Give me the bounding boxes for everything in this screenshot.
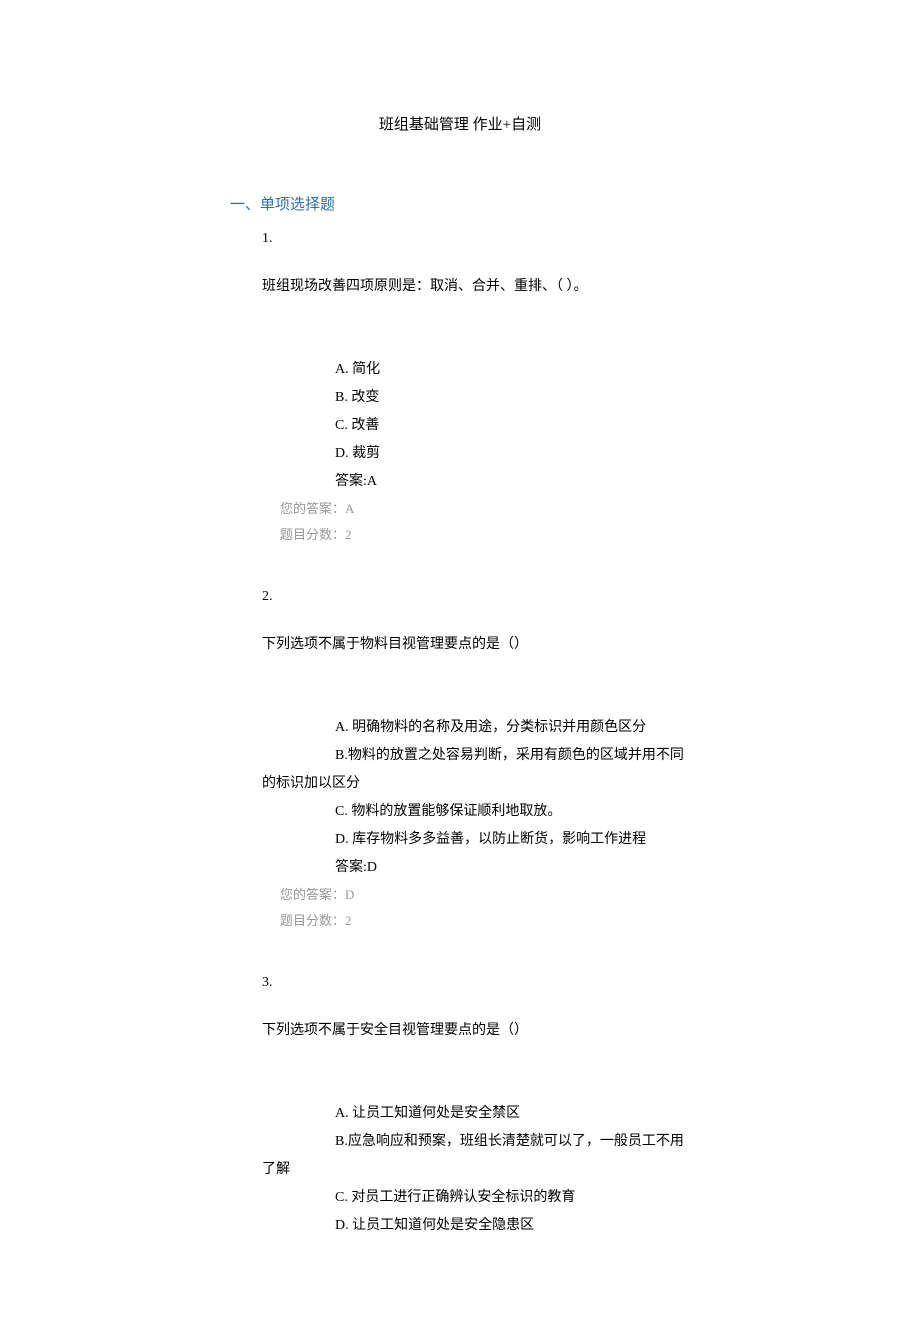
correct-answer: 答案:D [335, 854, 920, 882]
question-block: 3. 下列选项不属于安全目视管理要点的是（） A. 让员工知道何处是安全禁区 B… [0, 969, 920, 1240]
option-a: A. 简化 [335, 356, 690, 384]
your-answer: 您的答案：D [280, 882, 920, 908]
option-b: B. 改变 [335, 384, 690, 412]
question-stem: 班组现场改善四项原则是：取消、合并、重排、（ ）。 [262, 273, 920, 301]
option-d: D. 库存物料多多益善，以防止断货，影响工作进程 [335, 826, 690, 854]
question-block: 1. 班组现场改善四项原则是：取消、合并、重排、（ ）。 A. 简化 B. 改变… [0, 225, 920, 548]
question-number: 1. [262, 225, 920, 253]
question-number: 3. [262, 969, 920, 997]
option-d: D. 让员工知道何处是安全隐患区 [335, 1212, 690, 1240]
your-answer: 您的答案：A [280, 496, 920, 522]
question-options: A. 明确物料的名称及用途，分类标识并用颜色区分 B.物料的放置之处容易判断，采… [0, 714, 920, 854]
option-c: C. 改善 [335, 412, 690, 440]
question-options: A. 让员工知道何处是安全禁区 B.应急响应和预案，班组长清楚就可以了，一般员工… [0, 1100, 920, 1240]
question-score: 题目分数：2 [280, 522, 920, 548]
question-stem: 下列选项不属于物料目视管理要点的是（） [262, 631, 920, 659]
option-a: A. 明确物料的名称及用途，分类标识并用颜色区分 [335, 714, 690, 742]
option-c: C. 对员工进行正确辨认安全标识的教育 [335, 1184, 690, 1212]
section-heading: 一、单项选择题 [230, 190, 920, 220]
option-a: A. 让员工知道何处是安全禁区 [335, 1100, 690, 1128]
question-block: 2. 下列选项不属于物料目视管理要点的是（） A. 明确物料的名称及用途，分类标… [0, 583, 920, 934]
option-b: B.应急响应和预案，班组长清楚就可以了，一般员工不用了解 [262, 1128, 690, 1184]
option-c: C. 物料的放置能够保证顺利地取放。 [335, 798, 690, 826]
option-d: D. 裁剪 [335, 440, 690, 468]
option-b: B.物料的放置之处容易判断，采用有颜色的区域并用不同的标识加以区分 [262, 742, 690, 798]
page-title: 班组基础管理 作业+自测 [0, 110, 920, 140]
question-number: 2. [262, 583, 920, 611]
question-score: 题目分数：2 [280, 908, 920, 934]
correct-answer: 答案:A [335, 468, 920, 496]
question-options: A. 简化 B. 改变 C. 改善 D. 裁剪 [335, 356, 690, 468]
question-stem: 下列选项不属于安全目视管理要点的是（） [262, 1017, 920, 1045]
